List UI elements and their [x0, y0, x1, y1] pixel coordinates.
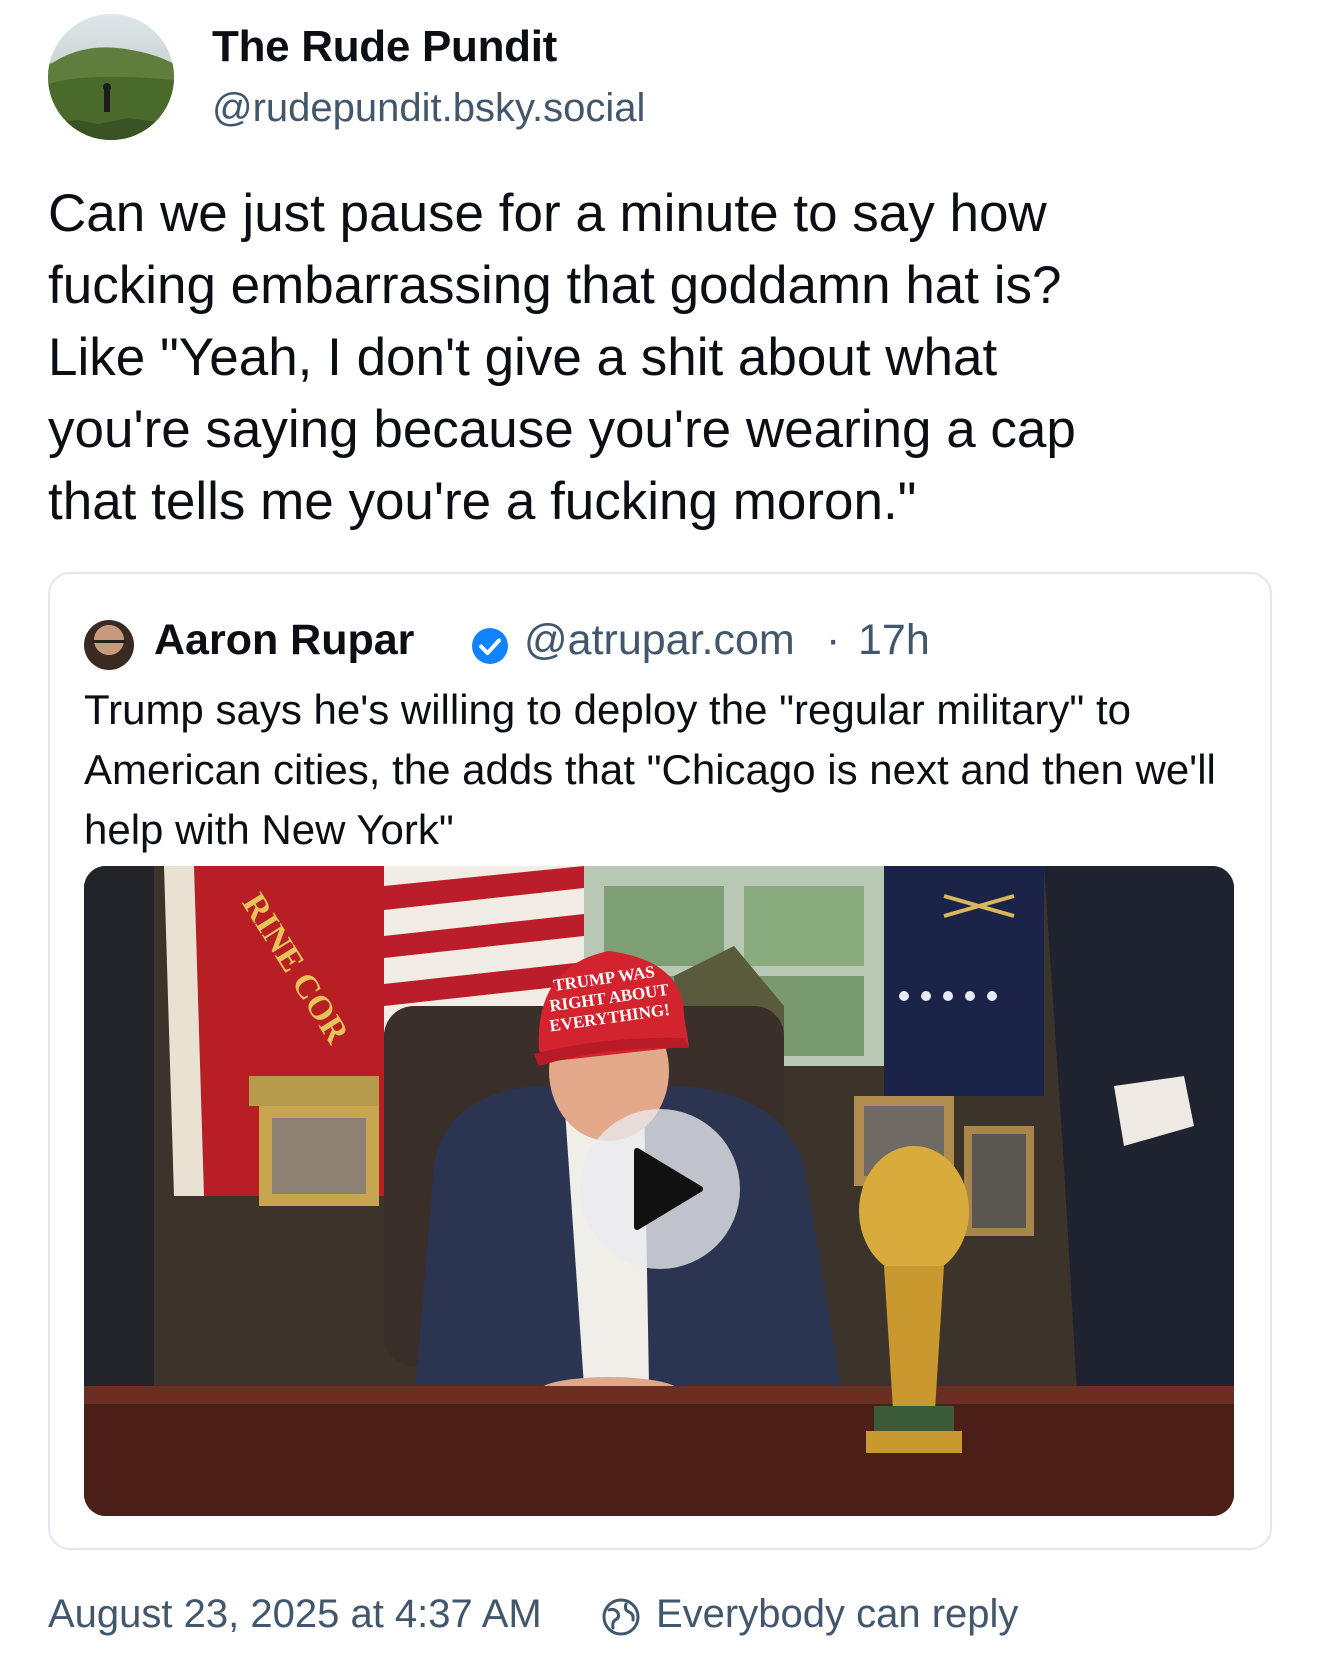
verified-check-icon	[472, 628, 508, 664]
quoted-author-handle[interactable]: @atrupar.com	[524, 616, 795, 665]
post-timestamp: August 23, 2025 at 4:37 AM	[48, 1592, 542, 1636]
avatar-landscape-icon	[48, 47, 174, 140]
play-button[interactable]	[580, 1109, 740, 1269]
post-text: Can we just pause for a minute to say ho…	[48, 184, 1076, 531]
play-icon	[634, 1148, 703, 1230]
author-avatar[interactable]	[48, 14, 174, 140]
quoted-post-time[interactable]: 17h	[858, 616, 930, 665]
reply-setting[interactable]: Everybody can reply	[656, 1592, 1018, 1637]
author-display-name[interactable]: The Rude Pundit	[212, 22, 557, 72]
quoted-author-name[interactable]: Aaron Rupar	[154, 616, 414, 665]
quoted-post-header: Aaron Rupar @atrupar.com · 17h	[84, 612, 1234, 672]
video-player[interactable]: RINE COR TRUMP WAS RIGHT ABOUT EVERYTHIN…	[84, 866, 1234, 1516]
quoted-post-card[interactable]: Aaron Rupar @atrupar.com · 17h Trump say…	[48, 572, 1272, 1550]
post-header: The Rude Pundit @rudepundit.bsky.social	[48, 12, 1248, 142]
separator-dot: ·	[826, 616, 841, 664]
earth-reply-icon	[602, 1598, 640, 1636]
quoted-post-text: Trump says he's willing to deploy the "r…	[84, 686, 1216, 853]
quoted-author-avatar[interactable]	[84, 620, 134, 670]
author-handle[interactable]: @rudepundit.bsky.social	[212, 86, 645, 131]
post-page: The Rude Pundit @rudepundit.bsky.social …	[0, 0, 1320, 1663]
post-footer: August 23, 2025 at 4:37 AM Everybody can…	[48, 1592, 1268, 1648]
